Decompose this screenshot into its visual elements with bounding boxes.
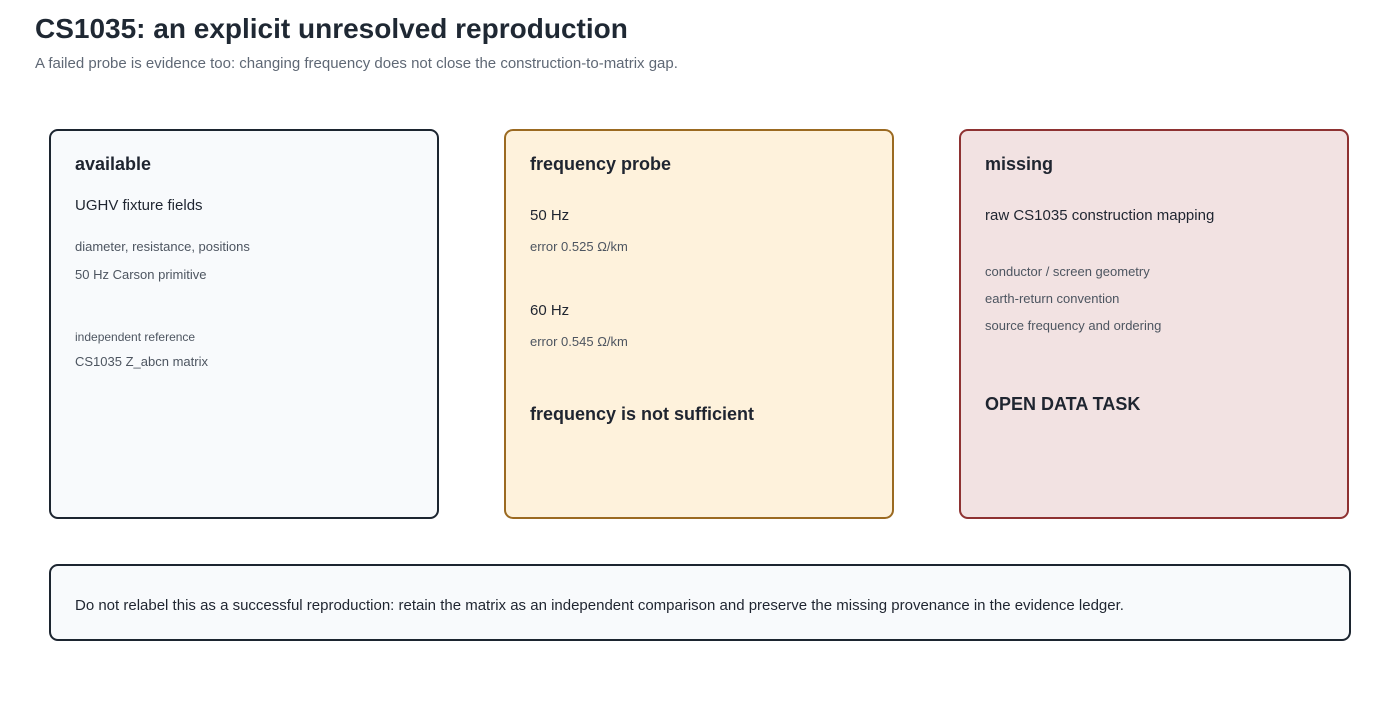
missing-detail: source frequency and ordering <box>985 318 1162 333</box>
page-title: CS1035: an explicit unresolved reproduct… <box>35 13 628 44</box>
open-task-status: OPEN DATA TASK <box>985 394 1141 414</box>
probe-heading: frequency probe <box>530 154 672 174</box>
available-primary: UGHV fixture fields <box>75 197 203 214</box>
guidance-note: Do not relabel this as a successful repr… <box>49 564 1351 641</box>
available-card: available UGHV fixture fields diameter, … <box>49 129 439 519</box>
missing-detail: conductor / screen geometry <box>985 264 1150 279</box>
probe-conclusion: frequency is not sufficient <box>530 404 755 424</box>
reference-label: independent reference <box>75 330 196 344</box>
missing-detail: earth-return convention <box>985 291 1120 306</box>
missing-card: missing raw CS1035 construction mapping … <box>959 129 1349 519</box>
probe-frequency: 50 Hz <box>530 207 570 224</box>
probe-error: error 0.525 Ω/km <box>530 239 628 254</box>
guidance-note-text: Do not relabel this as a successful repr… <box>75 597 1124 614</box>
frequency-probe-card: frequency probe 50 Hz error 0.525 Ω/km 6… <box>504 129 894 519</box>
reference-value: CS1035 Z_abcn matrix <box>75 354 208 369</box>
missing-heading: missing <box>985 154 1054 174</box>
missing-primary: raw CS1035 construction mapping <box>985 207 1215 224</box>
page-subtitle: A failed probe is evidence too: changing… <box>35 55 678 72</box>
available-detail: 50 Hz Carson primitive <box>75 267 207 282</box>
available-detail: diameter, resistance, positions <box>75 239 250 254</box>
probe-frequency: 60 Hz <box>530 302 570 319</box>
available-heading: available <box>75 154 152 174</box>
probe-error: error 0.545 Ω/km <box>530 334 628 349</box>
